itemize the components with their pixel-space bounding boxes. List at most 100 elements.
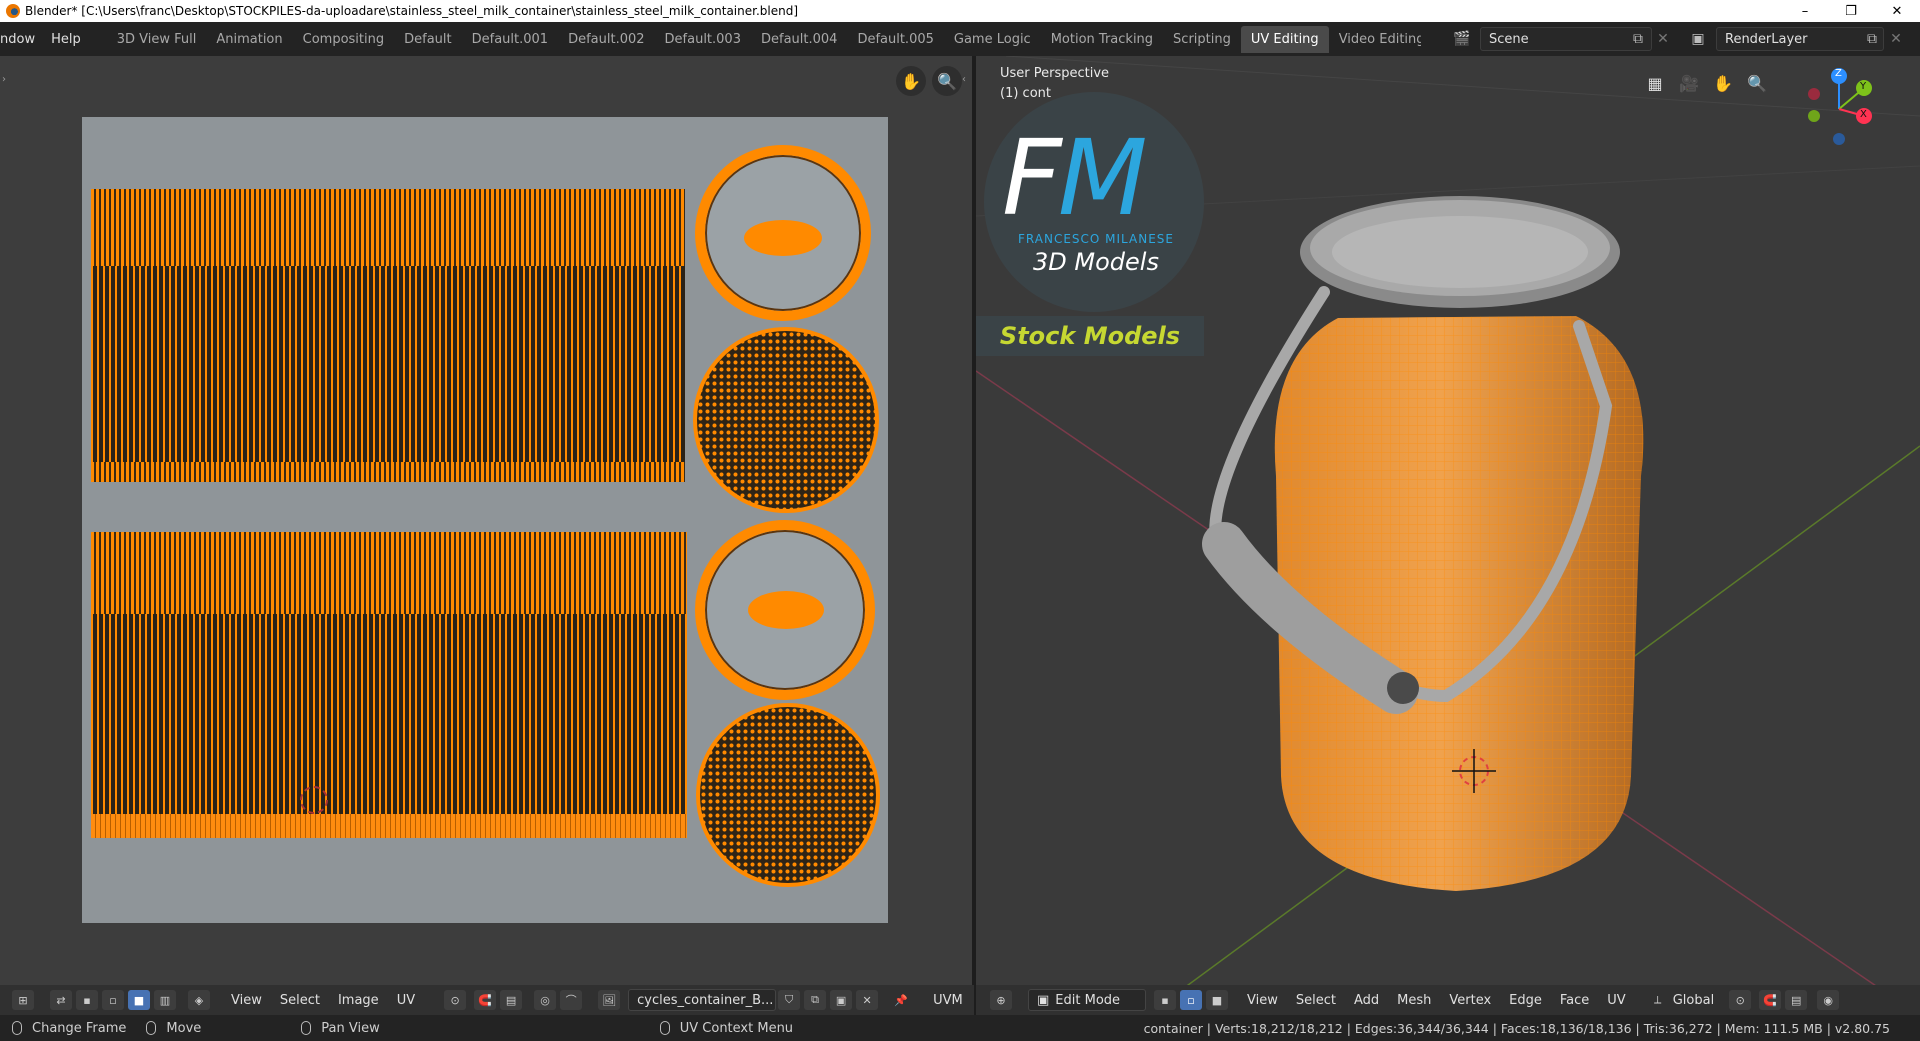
pivot-point-icon[interactable]: ⊙ [444,990,467,1010]
proportional-edit-icon[interactable]: ◉ [1817,990,1840,1010]
uv-2d-cursor-icon[interactable] [300,786,328,814]
maximize-button[interactable]: ❐ [1828,0,1874,22]
image-browse-icon[interactable]: 🖼 [598,990,621,1010]
vertex-select-icon[interactable]: ▪ [76,990,98,1010]
sidebar-toggle-icon[interactable]: ‹ [962,74,966,85]
pin-icon[interactable]: 📌 [890,990,912,1010]
tab-uv-editing[interactable]: UV Editing [1240,25,1329,53]
sync-selection-icon[interactable]: ⇄ [50,990,72,1010]
editor-type-icon[interactable]: ⊕ [990,990,1012,1010]
uv-menu-select[interactable]: Select [271,993,329,1008]
unlink-image-icon[interactable]: ✕ [856,990,879,1010]
vp-menu-vertex[interactable]: Vertex [1440,993,1500,1008]
navigation-gizmo[interactable]: Z Y X [1794,64,1884,154]
island-select-icon[interactable]: ▥ [154,990,176,1010]
tab-game-logic[interactable]: Game Logic [944,26,1041,53]
edge-select-icon[interactable]: ▫ [102,990,124,1010]
3d-viewport[interactable]: User Perspective (1) cont FM FRANCESCO M… [976,56,1920,992]
tab-animation[interactable]: Animation [206,26,292,53]
falloff-icon[interactable]: ⌒ [560,990,583,1010]
snap-icon[interactable]: 🧲 [474,990,497,1010]
workspace-tabs: 3D View Full Animation Compositing Defau… [107,25,1421,53]
fake-user-icon[interactable]: ⛉ [778,990,801,1010]
tab-scripting[interactable]: Scripting [1163,26,1241,53]
new-layer-icon[interactable]: ⧉ [1862,29,1882,49]
pivot-point-icon[interactable]: ⊙ [1729,990,1752,1010]
zoom-view-icon[interactable]: 🔍 [932,66,962,96]
snap-target-icon[interactable]: ▤ [1785,990,1808,1010]
editor-type-icon[interactable]: ⊞ [12,990,34,1010]
uv-editor[interactable]: ✋ 🔍 › ‹ [0,56,974,992]
mode-selector[interactable]: ▣ Edit Mode [1028,989,1146,1011]
new-image-icon[interactable]: ⧉ [804,990,827,1010]
vp-menu-face[interactable]: Face [1551,993,1598,1008]
face-select-icon[interactable]: ■ [128,990,150,1010]
sticky-select-icon[interactable]: ◈ [188,990,210,1010]
tab-default-002[interactable]: Default.002 [558,26,654,53]
tab-default-001[interactable]: Default.001 [462,26,558,53]
tab-3d-view-full[interactable]: 3D View Full [107,26,207,53]
menu-window[interactable]: ndow [0,32,43,47]
render-layer-icon[interactable]: ▣ [1688,29,1708,49]
status-hint-label: Pan View [321,1020,380,1036]
delete-scene-icon[interactable]: ✕ [1653,29,1673,49]
image-name-field[interactable]: cycles_container_B... [628,989,777,1011]
open-image-icon[interactable]: ▣ [830,990,853,1010]
sidebar-toggle-icon[interactable]: › [2,74,6,85]
uv-menu-view[interactable]: View [222,993,271,1008]
vp-menu-edge[interactable]: Edge [1500,993,1551,1008]
tab-default-003[interactable]: Default.003 [655,26,751,53]
gizmo-y-label: Y [1860,81,1867,92]
camera-view-icon[interactable]: 🎥 [1674,68,1704,98]
tab-compositing[interactable]: Compositing [293,26,395,53]
status-hint: UV Context Menu [659,1021,793,1036]
vp-menu-view[interactable]: View [1238,993,1287,1008]
transform-orientation-icon[interactable]: ⟂ [1647,990,1669,1010]
snap-icon[interactable]: 🧲 [1759,990,1782,1010]
vp-menu-add[interactable]: Add [1345,993,1388,1008]
close-button[interactable]: ✕ [1874,0,1920,22]
render-layer-field[interactable]: RenderLayer [1716,27,1884,51]
uv-texture-canvas[interactable] [82,117,888,923]
tab-motion-tracking[interactable]: Motion Tracking [1041,26,1163,53]
uv-island-center [748,591,824,629]
proportional-edit-icon[interactable]: ◎ [534,990,557,1010]
vertex-select-icon[interactable]: ▪ [1154,990,1176,1010]
tab-video-editing[interactable]: Video Editing [1329,26,1421,53]
uv-menu-uv[interactable]: UV [388,993,424,1008]
uv-island-band [91,614,687,814]
tab-default[interactable]: Default [394,26,462,53]
mode-label: Edit Mode [1055,992,1121,1008]
pan-view-icon[interactable]: ✋ [896,66,926,96]
toggle-camera-ortho-icon[interactable]: ▦ [1640,68,1670,98]
uv-island-band [91,462,685,482]
pan-view-icon[interactable]: ✋ [1708,68,1738,98]
zoom-view-icon[interactable]: 🔍 [1742,68,1772,98]
scene-name-field[interactable]: Scene [1480,27,1652,51]
face-select-icon[interactable]: ■ [1206,990,1228,1010]
minimize-button[interactable]: – [1782,0,1828,22]
menu-help[interactable]: Help [43,32,89,47]
gizmo-z-label: Z [1835,68,1842,79]
uv-editor-header: ⊞ ⇄ ▪ ▫ ■ ▥ ◈ View Select Image UV ⊙ 🧲 ▤… [0,985,974,1015]
transform-orientation-label[interactable]: Global [1671,993,1723,1008]
scene-selector-icon[interactable]: 🎬 [1452,29,1472,49]
tab-default-005[interactable]: Default.005 [847,26,943,53]
tab-default-004[interactable]: Default.004 [751,26,847,53]
status-hint: Change Frame [12,1021,126,1036]
mouse-right-icon [301,1021,312,1035]
snap-target-icon[interactable]: ▤ [500,990,523,1010]
window-title: Blender* [C:\Users\franc\Desktop\STOCKPI… [25,4,799,18]
delete-layer-icon[interactable]: ✕ [1886,29,1906,49]
scene-statistics: container | Verts:18,212/18,212 | Edges:… [1143,1020,1890,1036]
render-layer-name: RenderLayer [1725,31,1808,47]
uv-menu-image[interactable]: Image [329,993,388,1008]
vp-menu-uv[interactable]: UV [1598,993,1634,1008]
new-scene-icon[interactable]: ⧉ [1628,29,1648,49]
mouse-left-icon [12,1021,22,1035]
vp-menu-select[interactable]: Select [1287,993,1345,1008]
edge-select-icon[interactable]: ▫ [1180,990,1202,1010]
status-hint-label: Move [166,1020,202,1036]
uv-map-label[interactable]: UVM [924,993,972,1008]
vp-menu-mesh[interactable]: Mesh [1388,993,1440,1008]
